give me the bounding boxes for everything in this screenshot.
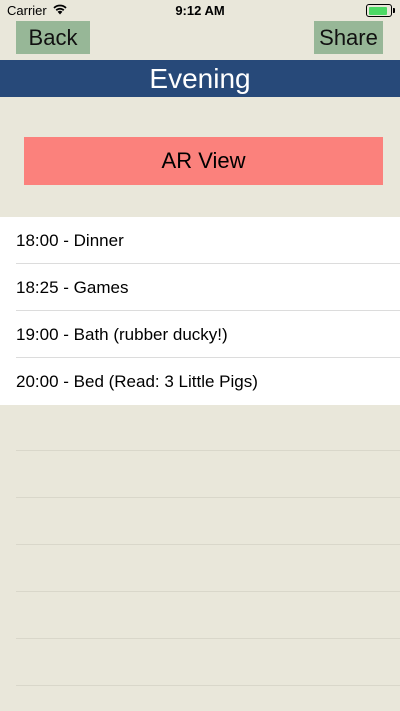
row-separator (16, 497, 400, 498)
status-time: 9:12 AM (175, 3, 225, 18)
empty-list-area (16, 404, 400, 711)
ar-view-button[interactable]: AR View (24, 137, 383, 185)
back-button[interactable]: Back (16, 21, 90, 54)
list-item[interactable]: 18:00 - Dinner (0, 217, 400, 264)
row-separator (16, 450, 400, 451)
list-item[interactable]: 19:00 - Bath (rubber ducky!) (0, 311, 400, 358)
list-item[interactable]: 18:25 - Games (0, 264, 400, 311)
row-separator (16, 638, 400, 639)
list-item[interactable]: 20:00 - Bed (Read: 3 Little Pigs) (0, 358, 400, 405)
schedule-list: 18:00 - Dinner 18:25 - Games 19:00 - Bat… (0, 217, 400, 405)
status-bar: Carrier 9:12 AM (0, 0, 400, 22)
page-title: Evening (0, 60, 400, 97)
row-separator (16, 685, 400, 686)
row-separator (16, 544, 400, 545)
battery-icon (366, 4, 395, 17)
share-button[interactable]: Share (314, 21, 383, 54)
row-separator (16, 591, 400, 592)
